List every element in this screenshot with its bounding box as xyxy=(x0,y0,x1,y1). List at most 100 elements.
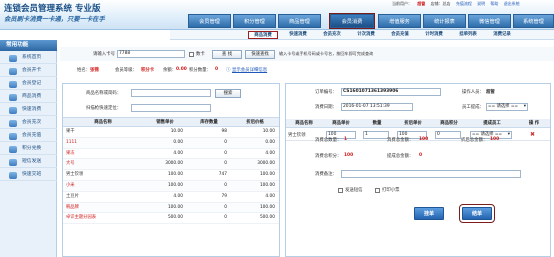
pending-order-button[interactable]: 挂单 xyxy=(414,207,444,220)
member-name: 张锦 xyxy=(90,68,99,73)
subtab-goods-consume[interactable]: 商品消费 xyxy=(248,31,278,39)
print-receipt-label: 打印小票 xyxy=(382,188,400,193)
sidebar-item-home[interactable]: 系统首页 xyxy=(0,52,57,64)
sidebar-item-shift[interactable]: 快速交班 xyxy=(0,169,57,181)
goods-row[interactable]: 韩品牌 100.00 0 100.00 xyxy=(63,202,279,214)
subtab-fast-consume[interactable]: 快速消费 xyxy=(283,31,313,39)
subtab-consume-records[interactable]: 消费记录 xyxy=(487,31,517,39)
nav-system[interactable]: 系统管理 xyxy=(513,14,554,28)
card-search-row: 请输入卡号 7788 数卡 查 找 快速查找 输入卡号或手机号码或卡号名，按回车… xyxy=(60,47,554,61)
help-link[interactable]: 帮助 xyxy=(490,1,498,6)
fast-search-button[interactable]: 快速查找 xyxy=(245,49,275,59)
goods-cell-discount: 4.00 xyxy=(265,193,275,199)
goods-row[interactable]: 果冻 4.00 0 4.00 xyxy=(63,149,279,160)
consume-time-input[interactable]: 2016-01-07 13:51:39 xyxy=(341,103,413,111)
brand-slogan: 会员刷卡消费一卡通，只要一卡在手 xyxy=(4,16,105,23)
ocol-discount: 折后单价 xyxy=(394,119,432,128)
nav-member[interactable]: 会员管理 xyxy=(188,14,231,28)
goods-search-button[interactable]: 搜索 xyxy=(215,88,241,98)
points-value: 0 xyxy=(215,67,219,72)
goods-row[interactable]: 大号 3000.00 0 3000.00 xyxy=(63,159,279,171)
goods-search-area: 商品名称或简码： 搜索 扫描枪快速定位： xyxy=(63,84,279,118)
sidebar-item-count-recharge[interactable]: 会员充次 xyxy=(0,117,57,129)
note-input[interactable] xyxy=(341,170,521,178)
goods-cell-name: 大号 xyxy=(66,161,75,167)
sidebar-item-sms[interactable]: 短信发送 xyxy=(0,156,57,168)
goods-row[interactable]: 土豆片 4.00 79 4.00 xyxy=(63,192,279,203)
sidebar-item-fast-consume[interactable]: 快速消费 xyxy=(0,104,57,116)
note-label: 消费备注： xyxy=(315,172,337,177)
goods-cell-price: 10.00 xyxy=(170,129,183,134)
order-item-points[interactable]: 0 xyxy=(435,131,461,139)
goods-cell-name: 小米 xyxy=(66,183,75,188)
goods-cell-name: 果冻 xyxy=(66,150,75,156)
send-sms-checkbox[interactable] xyxy=(338,187,343,193)
search-button[interactable]: 查 找 xyxy=(212,49,242,59)
order-item-qty[interactable]: 1 xyxy=(363,131,389,139)
goods-row[interactable]: 男士钦领 100.00 747 100.00 xyxy=(63,170,279,181)
ocol-action: 操 作 xyxy=(518,119,550,128)
subtab-count-consume[interactable]: 计次消费 xyxy=(351,31,381,39)
member-detail-link[interactable]: 显示会员详细信息 xyxy=(232,67,267,73)
sidebar-item-label: 会员充值 xyxy=(22,133,42,138)
balance-value: 0.00 xyxy=(176,67,187,72)
goods-cell-discount: 3000.00 xyxy=(257,161,275,167)
goods-name-input[interactable] xyxy=(131,89,211,97)
recharge-flow-link[interactable]: 充值流程 xyxy=(456,1,472,6)
goods-cell-discount: 100.00 xyxy=(259,172,275,178)
scan-label: 扫描枪快速定位： xyxy=(86,106,122,111)
sidebar-item-open-card[interactable]: 会员开卡 xyxy=(0,65,57,77)
digital-card-checkbox[interactable] xyxy=(189,51,194,57)
total-qty-value: 1 xyxy=(344,137,348,142)
print-receipt-checkbox[interactable] xyxy=(375,187,380,193)
goods-row[interactable]: 果干 10.00 98 10.00 xyxy=(63,127,279,138)
help-doc-link[interactable]: 说明 xyxy=(477,1,485,6)
gift-icon xyxy=(9,145,17,153)
goods-cell-stock: 98 xyxy=(221,129,227,134)
goods-cell-name: 男士钦领 xyxy=(66,172,84,178)
goods-cell-price: 3000.00 xyxy=(165,161,183,167)
subtab-pending-list[interactable]: 挂单列表 xyxy=(453,31,483,39)
sidebar-item-label: 系统首页 xyxy=(22,55,42,60)
sidebar-item-recharge[interactable]: 会员充值 xyxy=(0,130,57,142)
sidebar-item-goods-consume[interactable]: 商品消费 xyxy=(0,91,57,103)
nav-reports[interactable]: 统计报表 xyxy=(423,14,466,28)
goods-panel: 商品名称或简码： 搜索 扫描枪快速定位： 商品名称 销售单价 库存数量 折后价格… xyxy=(62,83,280,257)
digital-card-label: 数卡 xyxy=(196,52,205,57)
delete-icon[interactable]: ✖ xyxy=(530,131,535,138)
name-label: 姓名： xyxy=(77,68,91,73)
sidebar-item-label: 快速消费 xyxy=(22,107,42,112)
settle-order-button[interactable]: 结单 xyxy=(459,204,495,223)
user-icon xyxy=(9,80,17,88)
card-number-input[interactable]: 7788 xyxy=(117,50,185,58)
sidebar-item-points-exchange[interactable]: 积分兑换 xyxy=(0,143,57,155)
goods-cell-discount: 100.00 xyxy=(259,183,275,188)
sidebar-item-label: 短信发送 xyxy=(22,159,42,164)
goods-row[interactable]: 小米 100.00 0 100.00 xyxy=(63,181,279,192)
goods-cell-price: 4.00 xyxy=(173,150,183,156)
order-no-label: 订单编号： xyxy=(315,90,337,95)
goods-cell-discount: 10.00 xyxy=(262,129,275,134)
nav-goods[interactable]: 商品管理 xyxy=(278,14,321,28)
balance-label: 余额： xyxy=(163,68,177,73)
subtab-member-recharge[interactable]: 会员充值 xyxy=(385,31,415,39)
sidebar-item-label: 会员充次 xyxy=(22,120,42,125)
subtab-member-count-recharge[interactable]: 会员充次 xyxy=(317,31,347,39)
logout-link[interactable]: 退出系统 xyxy=(504,1,520,6)
goods-cell-name: 韩品牌 xyxy=(66,204,79,210)
staff-commission-select[interactable]: == 请选择 == xyxy=(486,103,528,111)
ocol-qty: 数量 xyxy=(360,119,394,128)
scan-input[interactable] xyxy=(131,104,211,112)
nav-points[interactable]: 积分管理 xyxy=(233,14,276,28)
order-no-input[interactable]: CS1601071361393906 xyxy=(341,88,441,96)
nav-wechat[interactable]: 微信管理 xyxy=(468,14,511,28)
subtab-timed-consume[interactable]: 计时消费 xyxy=(419,31,449,39)
consume-time-label: 消费日期： xyxy=(315,105,337,110)
nav-value-added[interactable]: 增值服务 xyxy=(378,14,421,28)
goods-row[interactable]: 1111 0.00 0 0.00 xyxy=(63,137,279,149)
nav-consume[interactable]: 会员消费 xyxy=(329,13,375,29)
goods-row[interactable]: 卓识主题分园表 500.00 0 500.00 xyxy=(63,213,279,225)
card-icon xyxy=(9,67,17,75)
sidebar-item-register[interactable]: 会员登记 xyxy=(0,78,57,90)
goods-cell-price: 4.00 xyxy=(173,193,183,199)
